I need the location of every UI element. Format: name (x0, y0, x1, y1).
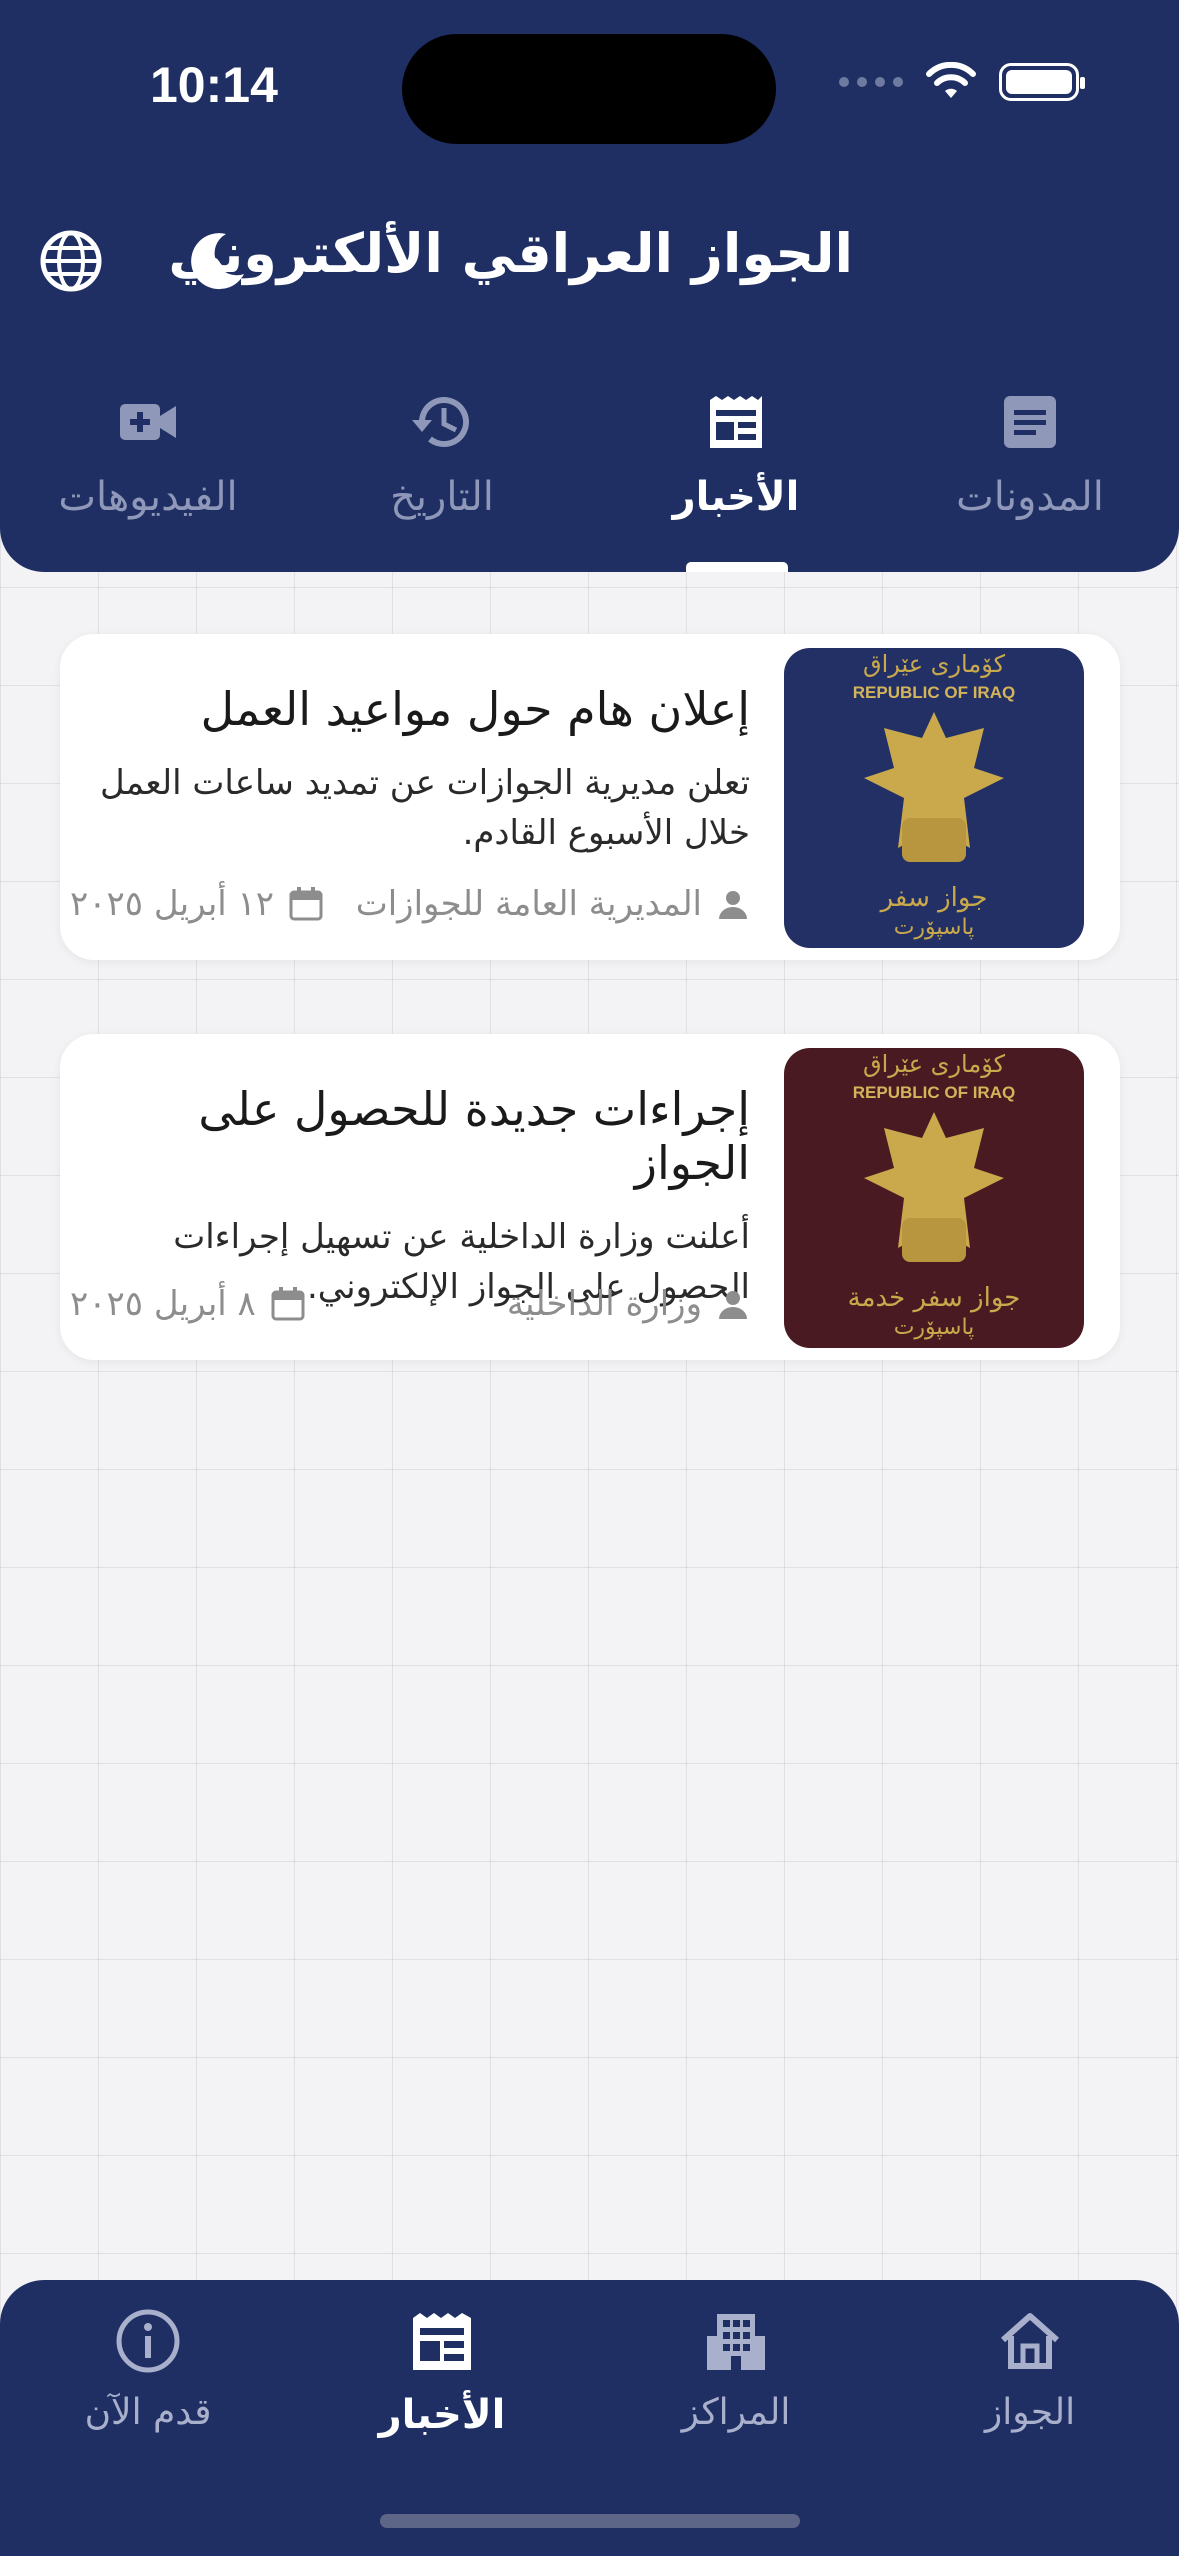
svg-text:جواز سفر: جواز سفر (879, 883, 988, 913)
news-meta: وزارة الداخلية ٨ أبريل ٢٠٢٥ (70, 1284, 750, 1334)
svg-text:كۆماری عێراق: كۆماری عێراق (863, 1050, 1006, 1078)
news-description: تعلن مديرية الجوازات عن تمديد ساعات العم… (99, 763, 750, 853)
passport-emblem: كۆماری عێراق REPUBLIC OF IRAQ جواز سفر پ… (853, 650, 1015, 940)
history-icon (412, 397, 469, 448)
news-title: إعلان هام حول مواعيد العمل (200, 682, 750, 736)
nav-apply-now[interactable]: قدم الآن (18, 2306, 278, 2433)
nav-centers[interactable]: المراكز (606, 2306, 866, 2433)
passport-caption: REPUBLIC OF IRAQ (853, 683, 1015, 702)
app-header: 10:14 الجواز العراقي الألكتروني المدونات… (0, 0, 1179, 572)
moon-icon[interactable] (182, 226, 252, 296)
passport-caption: REPUBLIC OF IRAQ (853, 1083, 1015, 1102)
page-title: الجواز العراقي الألكتروني (168, 222, 853, 285)
video-add-icon (120, 404, 176, 440)
nav-label: الجواز (984, 2392, 1076, 2433)
building-icon (707, 2314, 765, 2370)
article-icon (1004, 396, 1056, 448)
news-card-body: إجراءات جديدة للحصول على الجواز أعلنت وز… (70, 1034, 750, 1312)
svg-text:پاسپۆرت: پاسپۆرت (894, 1315, 975, 1340)
calendar-icon (271, 1287, 305, 1321)
news-card[interactable]: كۆماری عێراق REPUBLIC OF IRAQ جواز سفر خ… (60, 1034, 1120, 1360)
nav-passport[interactable]: الجواز (900, 2306, 1160, 2433)
tab-videos[interactable]: الفيديوهات (18, 390, 278, 572)
svg-text:جواز سفر خدمة: جواز سفر خدمة (848, 1283, 1021, 1313)
person-icon (719, 1291, 747, 1319)
nav-label: المراكز (681, 2392, 791, 2433)
news-meta: المديرية العامة للجوازات ١٢ أبريل ٢٠٢٥ (70, 884, 750, 934)
person-icon (719, 891, 747, 919)
battery-icon (999, 63, 1085, 101)
tab-label: الفيديوهات (58, 474, 238, 520)
news-author: وزارة الداخلية (507, 1284, 750, 1324)
news-card[interactable]: كۆماری عێراق REPUBLIC OF IRAQ جواز سفر پ… (60, 634, 1120, 960)
signal-icon (839, 77, 903, 87)
home-icon (1001, 2313, 1059, 2369)
tab-news[interactable]: الأخبار (606, 390, 866, 572)
calendar-icon (289, 887, 323, 921)
passport-emblem: كۆماری عێراق REPUBLIC OF IRAQ جواز سفر خ… (848, 1050, 1021, 1340)
news-date-label: ٨ أبريل ٢٠٢٥ (70, 1284, 256, 1324)
status-time: 10:14 (150, 57, 278, 113)
newspaper-icon (710, 396, 762, 448)
news-card-body: إعلان هام حول مواعيد العمل تعلن مديرية ا… (70, 634, 750, 858)
passport-image: كۆماری عێراق REPUBLIC OF IRAQ جواز سفر خ… (784, 1048, 1084, 1348)
tab-label: التاريخ (390, 474, 494, 520)
news-author-label: وزارة الداخلية (506, 1284, 702, 1324)
tab-label: الأخبار (672, 474, 800, 520)
nav-label: الأخبار (378, 2392, 506, 2438)
nav-label: قدم الآن (84, 2392, 212, 2433)
svg-text:پاسپۆرت: پاسپۆرت (894, 915, 975, 940)
active-tab-indicator (686, 562, 788, 572)
home-indicator (380, 2514, 800, 2528)
tab-label: المدونات (956, 474, 1104, 520)
news-author-label: المديرية العامة للجوازات (355, 884, 702, 924)
news-date-label: ١٢ أبريل ٢٠٢٥ (70, 884, 275, 924)
news-author: المديرية العامة للجوازات (356, 884, 750, 924)
tab-blogs[interactable]: المدونات (900, 390, 1160, 572)
nav-news[interactable]: الأخبار (312, 2306, 572, 2438)
news-date: ٨ أبريل ٢٠٢٥ (70, 1284, 306, 1324)
newspaper-icon (413, 2313, 471, 2370)
dynamic-island (402, 34, 776, 144)
globe-icon[interactable] (36, 226, 106, 296)
info-icon (116, 2309, 180, 2373)
news-title: إجراءات جديدة للحصول على الجواز (198, 1082, 750, 1190)
svg-text:كۆماری عێراق: كۆماری عێراق (863, 650, 1006, 678)
news-date: ١٢ أبريل ٢٠٢٥ (70, 884, 324, 924)
tab-history[interactable]: التاريخ (312, 390, 572, 572)
top-tabs: المدونات الأخبار التاريخ الفيديوهات (0, 390, 1179, 572)
wifi-icon (926, 62, 976, 98)
passport-image: كۆماری عێراق REPUBLIC OF IRAQ جواز سفر پ… (784, 648, 1084, 948)
status-icons (839, 62, 1085, 102)
